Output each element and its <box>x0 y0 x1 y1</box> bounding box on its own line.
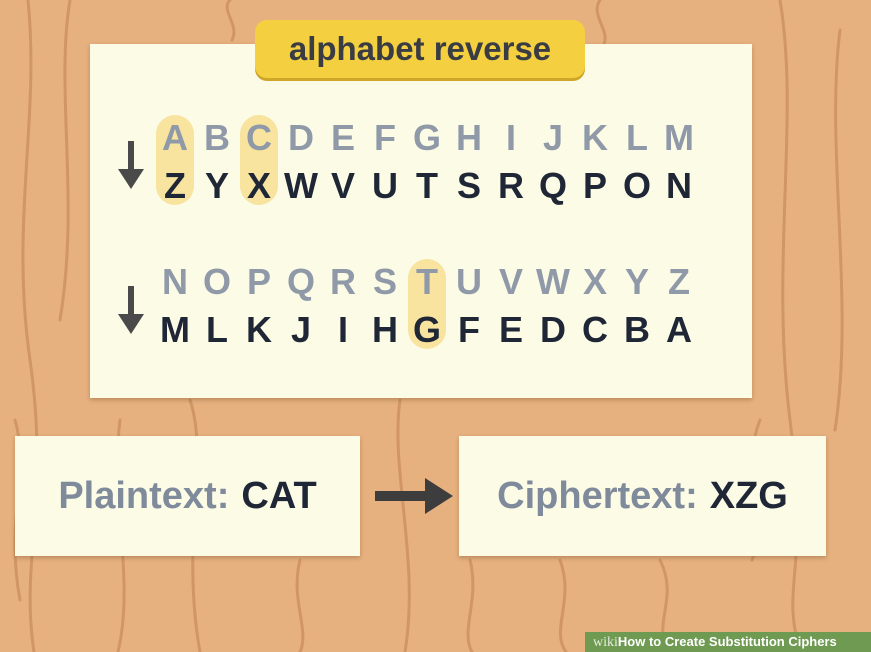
ciphertext-box: Ciphertext: XZG <box>459 436 826 556</box>
down-arrow-icon <box>118 141 144 189</box>
right-arrow-icon <box>375 478 453 514</box>
watermark-title: to Create Substitution Ciphers <box>645 634 837 649</box>
ciphertext-value: XZG <box>709 474 788 517</box>
plaintext-box: Plaintext: CAT <box>15 436 360 556</box>
watermark-how: How <box>617 634 646 649</box>
cipher-alphabet-card <box>90 44 752 398</box>
plaintext-label: Plaintext: <box>58 474 230 517</box>
illustration: alphabet reverse AZBYCXDWEVFUGTHSIRJQKPL… <box>0 0 871 652</box>
down-arrow-icon <box>118 286 144 334</box>
watermark-site: wiki <box>593 635 618 650</box>
ciphertext-label: Ciphertext: <box>497 474 698 517</box>
wikihow-watermark: wikiHow to Create Substitution Ciphers <box>585 632 871 652</box>
plaintext-value: CAT <box>241 474 317 517</box>
title-tag: alphabet reverse <box>255 20 585 78</box>
